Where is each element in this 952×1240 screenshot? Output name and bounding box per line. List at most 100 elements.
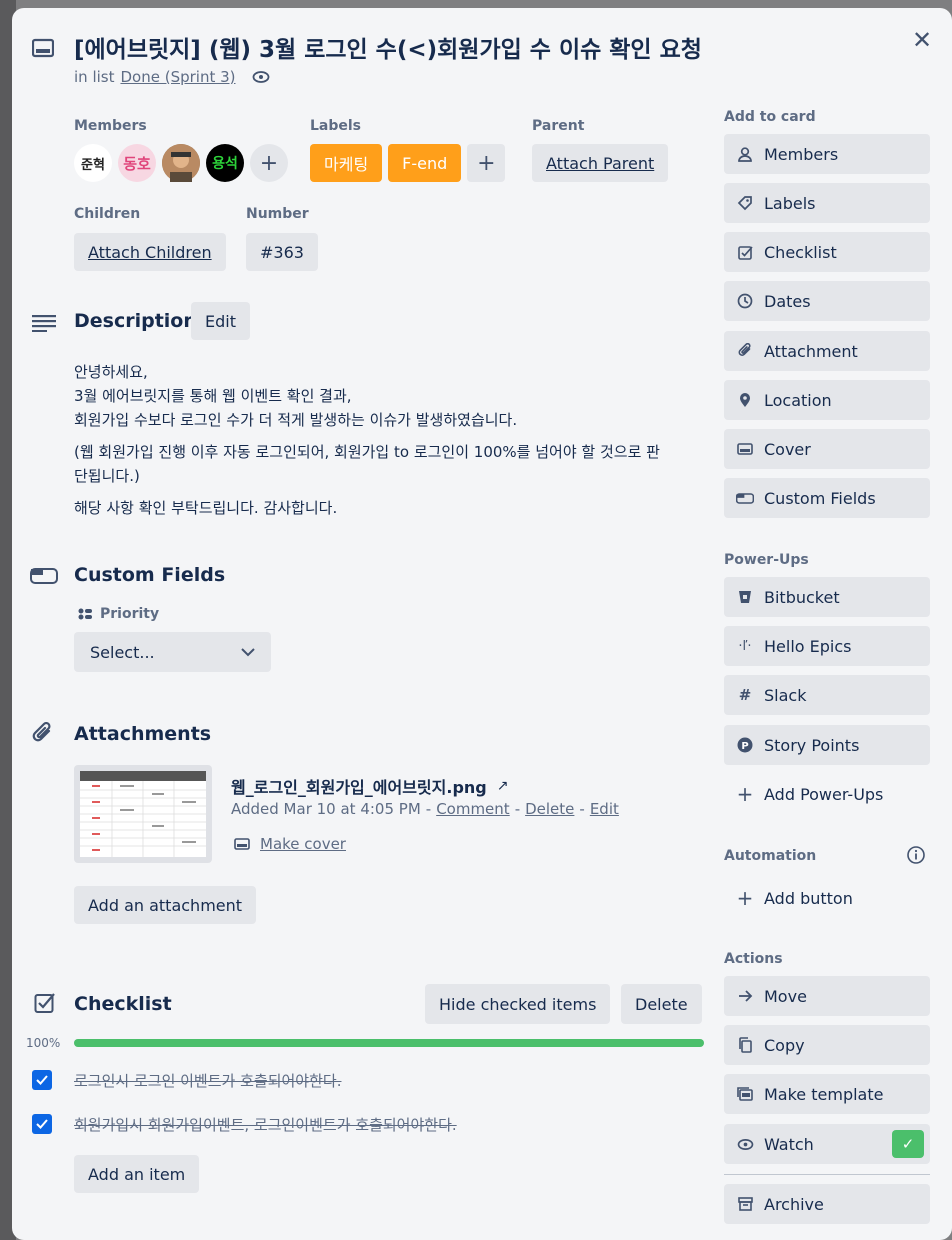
sidebar-make-template-button[interactable]: Make template xyxy=(724,1074,930,1114)
info-icon[interactable] xyxy=(906,845,926,865)
sidebar-story-points-button[interactable]: P Story Points xyxy=(724,725,930,765)
sidebar-dates-button[interactable]: Dates xyxy=(724,281,930,321)
external-link-icon[interactable]: ↗ xyxy=(497,778,509,794)
add-attachment-button[interactable]: Add an attachment xyxy=(74,886,257,924)
checkbox[interactable] xyxy=(32,1114,52,1134)
sidebar-bitbucket-button[interactable]: Bitbucket xyxy=(724,577,930,617)
add-member-icon[interactable]: + xyxy=(250,144,288,182)
sidebar-hello-epics-button[interactable]: ·ľ· Hello Epics xyxy=(724,626,930,666)
make-cover-link[interactable]: Make cover xyxy=(260,835,346,853)
list-link[interactable]: Done (Sprint 3) xyxy=(120,68,235,86)
label-chip[interactable]: 마케팅 xyxy=(310,144,383,182)
description-line: 3월 에어브릿지를 통해 웹 이벤트 확인 결과, xyxy=(74,387,352,405)
checklist-progress xyxy=(74,1039,704,1047)
description-heading: Description xyxy=(74,310,197,332)
description-line: 안녕하세요, xyxy=(74,363,148,381)
attach-children-button[interactable]: Attach Children xyxy=(74,233,226,271)
checklist-item[interactable]: 로그인시 로그인 이벤트가 호출되어야한다. xyxy=(74,1070,341,1091)
attachment-name[interactable]: 웹_로그인_회원가입_에어브릿지.png xyxy=(231,774,487,798)
sidebar-slack-button[interactable]: # Slack xyxy=(724,675,930,715)
checklist-progress-fill xyxy=(74,1039,704,1047)
svg-text:P: P xyxy=(741,741,748,752)
delete-checklist-button[interactable]: Delete xyxy=(621,984,702,1024)
hide-checked-button[interactable]: Hide checked items xyxy=(425,984,611,1024)
sidebar-labels-button[interactable]: Labels xyxy=(724,183,930,223)
description-line: 단됩니다.) xyxy=(74,467,140,485)
custom-fields-heading: Custom Fields xyxy=(74,564,226,586)
sidebar-copy-button[interactable]: Copy xyxy=(724,1025,930,1065)
sidebar-label: Move xyxy=(764,986,807,1006)
sidebar-label: Add button xyxy=(764,888,853,908)
attachments-heading: Attachments xyxy=(74,723,212,745)
copy-icon xyxy=(736,1036,754,1054)
checklist-heading: Checklist xyxy=(74,993,172,1015)
person-icon xyxy=(736,145,754,163)
automation-heading: Automation xyxy=(724,848,817,864)
checkbox[interactable] xyxy=(32,1070,52,1090)
archive-icon xyxy=(736,1195,754,1213)
number-heading: Number xyxy=(246,206,309,222)
avatar[interactable]: 용석 xyxy=(206,144,244,182)
checklist-item[interactable]: 회원가입시 회원가입이벤트, 로그인이벤트가 호출되어야한다. xyxy=(74,1114,457,1135)
add-label-icon[interactable]: + xyxy=(467,144,506,182)
story-points-icon: P xyxy=(736,736,754,754)
attach-parent-button[interactable]: Attach Parent xyxy=(532,144,669,182)
card-title[interactable]: [에어브릿지] (웹) 3월 로그인 수(<)회원가입 수 이슈 확인 요청 xyxy=(74,30,702,64)
sidebar-label: Slack xyxy=(764,685,807,705)
divider xyxy=(724,1174,930,1175)
edit-description-button[interactable]: Edit xyxy=(191,302,250,340)
sidebar-members-button[interactable]: Members xyxy=(724,134,930,174)
attachment-delete-link[interactable]: Delete xyxy=(525,800,574,818)
chevron-down-icon xyxy=(241,647,255,657)
members-heading: Members xyxy=(74,118,147,134)
location-pin-icon xyxy=(736,391,754,409)
sidebar-cover-button[interactable]: Cover xyxy=(724,429,930,469)
card-number[interactable]: #363 xyxy=(246,233,318,271)
sidebar-location-button[interactable]: Location xyxy=(724,380,930,420)
description-line: 회원가입 수보다 로그인 수가 더 적게 발생하는 이슈가 발생하였습니다. xyxy=(74,411,518,429)
paperclip-icon xyxy=(736,342,754,360)
plus-icon: + xyxy=(736,782,754,806)
avatar[interactable]: 준혁 xyxy=(74,144,112,182)
watching-check-icon: ✓ xyxy=(892,1130,924,1158)
sidebar-archive-button[interactable]: Archive xyxy=(724,1184,930,1224)
add-item-button[interactable]: Add an item xyxy=(74,1155,200,1193)
sidebar-add-button[interactable]: + Add button xyxy=(724,878,930,918)
sidebar-label: Members xyxy=(764,144,839,164)
sidebar-label: Attachment xyxy=(764,341,858,361)
avatar[interactable] xyxy=(162,144,200,182)
attachment-comment-link[interactable]: Comment xyxy=(436,800,510,818)
sidebar-add-power-ups-button[interactable]: + Add Power-Ups xyxy=(724,774,930,814)
sidebar-watch-button[interactable]: Watch ✓ xyxy=(724,1124,930,1164)
sidebar-label: Dates xyxy=(764,291,811,311)
custom-fields-icon xyxy=(736,489,754,507)
attachment-thumbnail[interactable] xyxy=(74,765,212,863)
sidebar-label: Location xyxy=(764,390,832,410)
sidebar-attachment-button[interactable]: Attachment xyxy=(724,331,930,371)
avatar[interactable]: 동호 xyxy=(118,144,156,182)
priority-select[interactable]: Select... xyxy=(74,632,271,672)
bitbucket-icon xyxy=(736,588,754,606)
priority-label: Priority xyxy=(100,606,160,622)
attachment-added: Added Mar 10 at 4:05 PM xyxy=(231,800,421,818)
sidebar-custom-fields-button[interactable]: Custom Fields xyxy=(724,478,930,518)
clock-icon xyxy=(736,292,754,310)
cover-icon xyxy=(736,440,754,458)
label-chip[interactable]: F-end xyxy=(388,144,462,182)
eye-icon xyxy=(736,1135,754,1153)
description-body[interactable]: 안녕하세요, 3월 에어브릿지를 통해 웹 이벤트 확인 결과, 회원가입 수보… xyxy=(74,360,714,528)
sidebar-label: Cover xyxy=(764,439,811,459)
priority-value: Select... xyxy=(90,642,155,662)
close-icon[interactable]: ✕ xyxy=(906,24,938,56)
sidebar-label: Hello Epics xyxy=(764,636,852,656)
in-list: in list Done (Sprint 3) xyxy=(74,68,270,86)
power-ups-heading: Power-Ups xyxy=(724,552,809,568)
plus-icon: + xyxy=(736,886,754,910)
attachment-edit-link[interactable]: Edit xyxy=(590,800,619,818)
sidebar-checklist-button[interactable]: Checklist xyxy=(724,232,930,272)
in-list-prefix: in list xyxy=(74,68,115,86)
eye-icon[interactable] xyxy=(252,70,270,84)
sidebar-move-button[interactable]: Move xyxy=(724,976,930,1016)
actions-heading: Actions xyxy=(724,951,783,967)
parent-heading: Parent xyxy=(532,118,585,134)
